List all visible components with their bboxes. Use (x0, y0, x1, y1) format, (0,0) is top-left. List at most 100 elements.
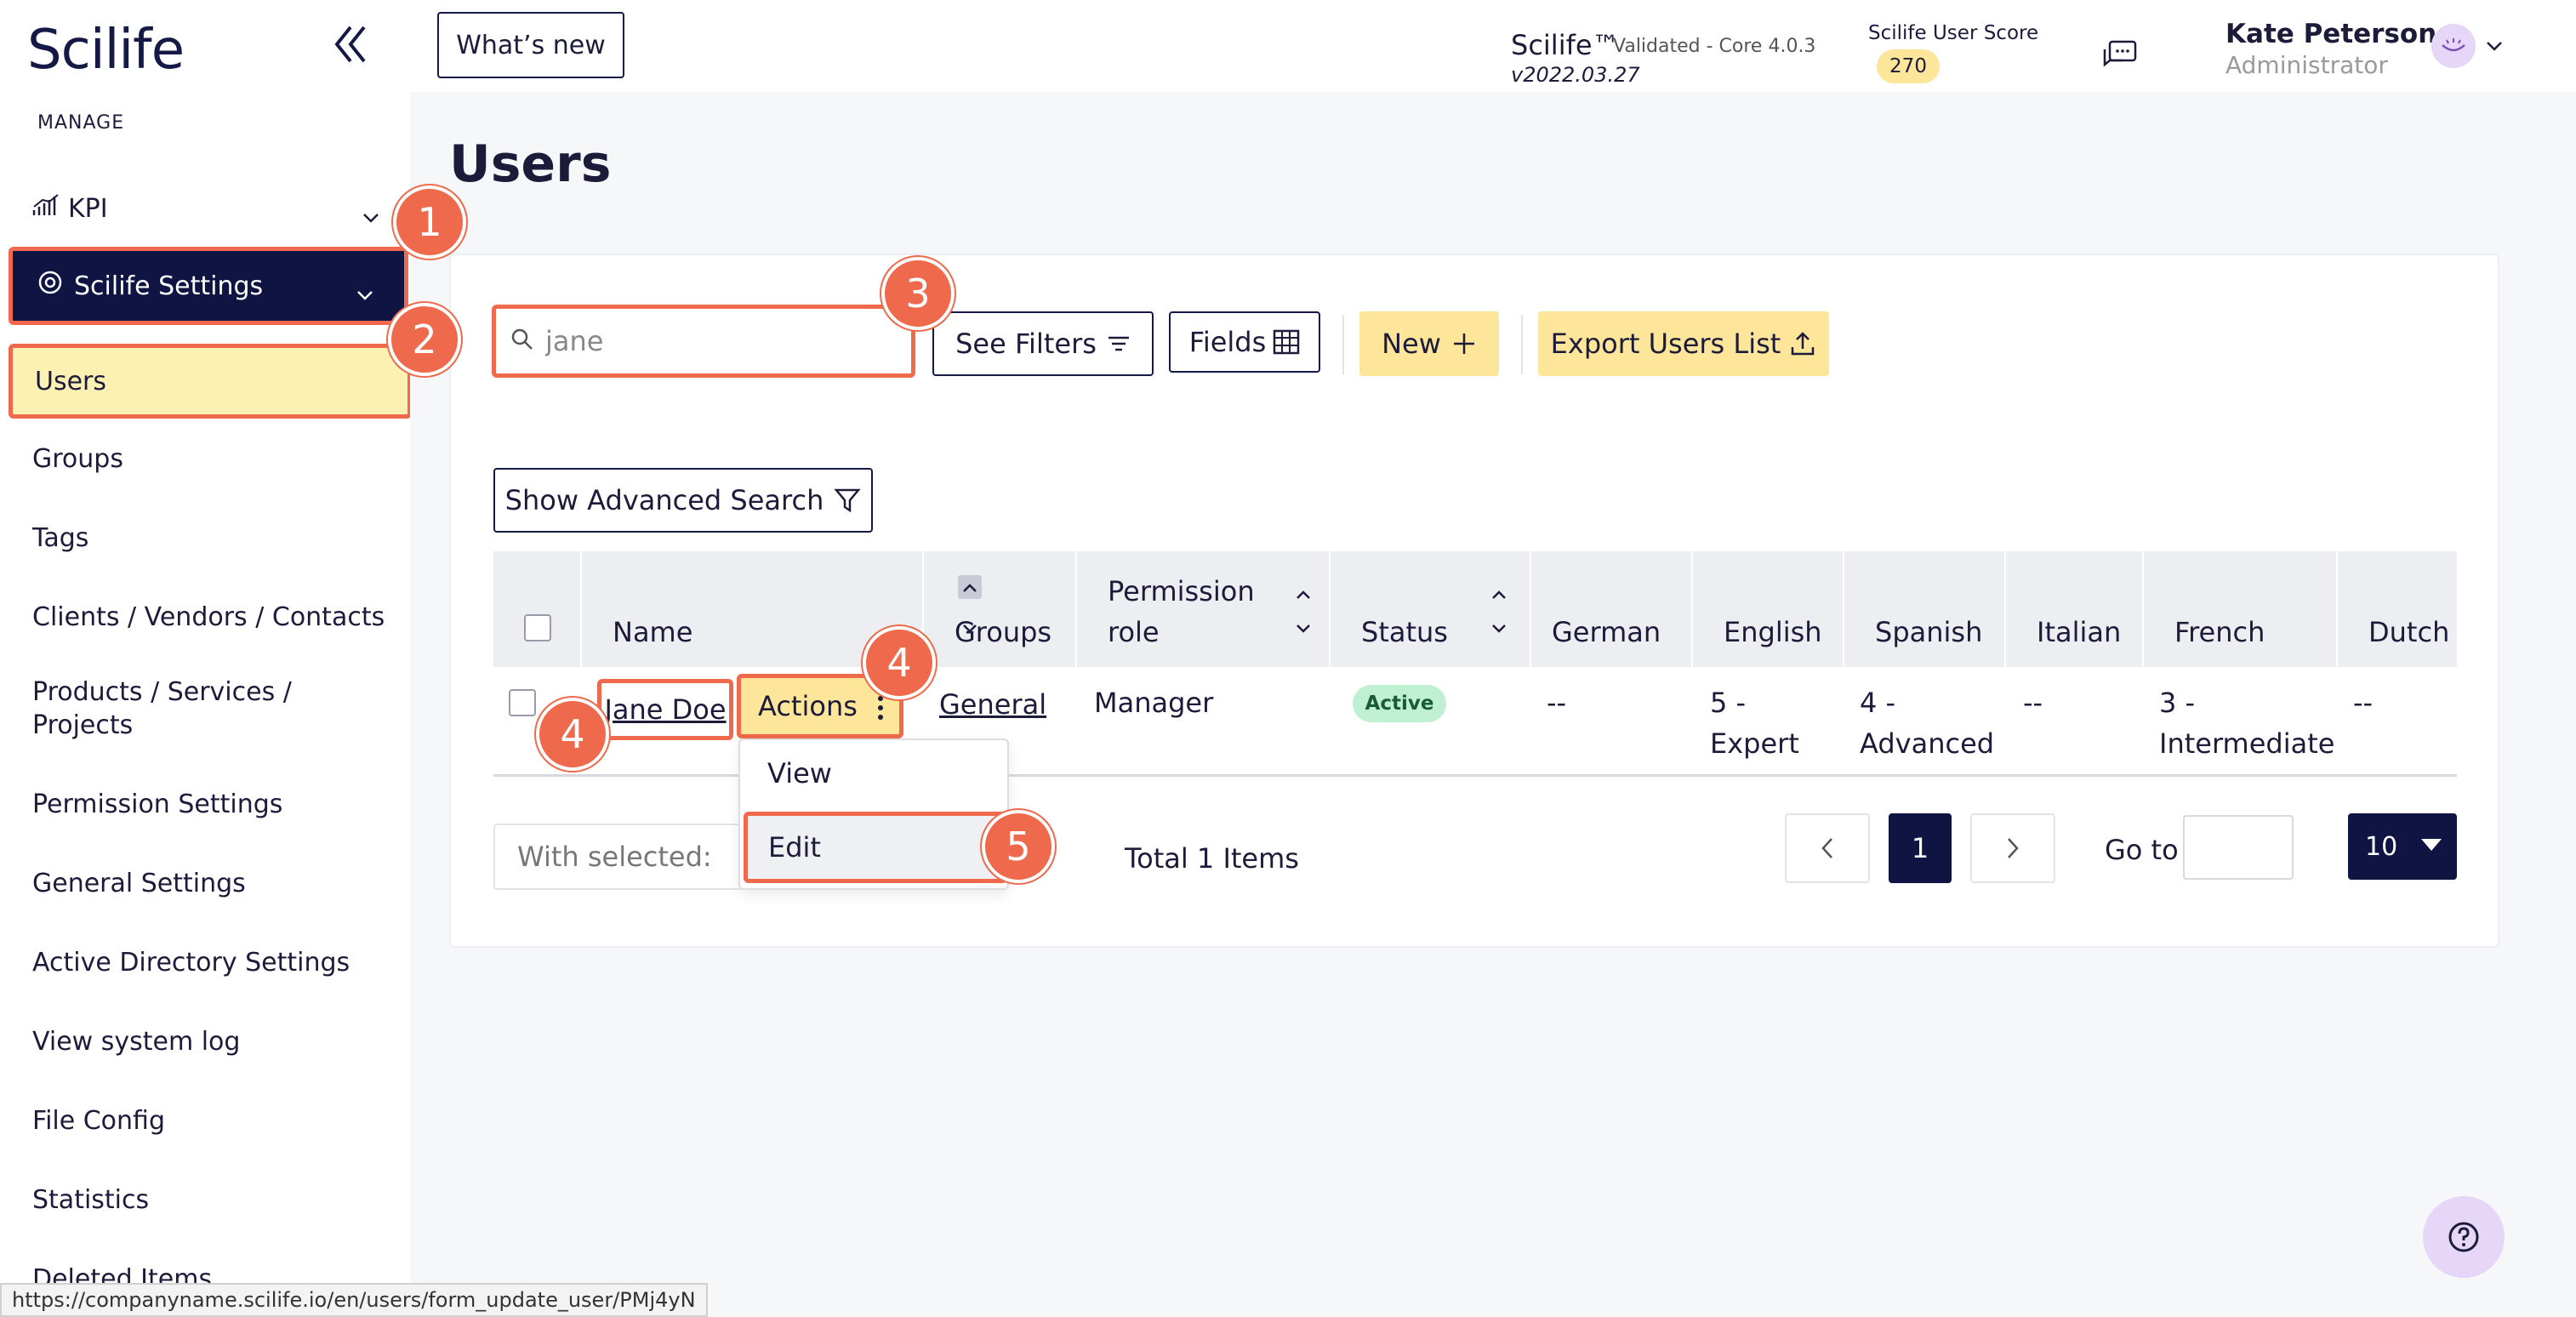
table-grid-icon (1273, 329, 1300, 355)
chevron-down-icon (362, 201, 379, 231)
sidebar-item-file-config[interactable]: File Config (32, 1104, 165, 1138)
page-size-value: 10 (2365, 831, 2398, 862)
status-bar-url: https://companyname.scilife.io/en/users/… (0, 1283, 708, 1317)
header-groups: Groups (924, 551, 1077, 667)
sidebar-item-clients[interactable]: Clients / Vendors / Contacts (32, 601, 385, 635)
select-all-checkbox[interactable] (524, 614, 551, 641)
step-marker-3: 3 (881, 257, 955, 330)
sidebar-item-kpi[interactable]: KPI (0, 182, 410, 235)
step-marker-5: 5 (982, 810, 1055, 883)
user-score-badge: 270 (1877, 49, 1940, 83)
header-dutch: Dutch (2368, 616, 2450, 648)
new-label: New (1382, 328, 1441, 360)
chevron-left-icon (1821, 838, 1832, 858)
sidebar-item-label: KPI (68, 193, 108, 224)
toolbar-divider (1342, 315, 1344, 374)
sidebar-item-permission-settings[interactable]: Permission Settings (32, 788, 282, 822)
see-filters-label: See Filters (955, 328, 1097, 360)
german-cell: -- (1547, 687, 1567, 719)
sidebar-item-scilife-settings[interactable]: Scilife Settings (9, 247, 408, 325)
sidebar-item-users[interactable]: Users (9, 344, 412, 419)
header-permission-role[interactable]: Permission role (1077, 551, 1331, 667)
kebab-menu-icon (877, 695, 884, 727)
next-page-button[interactable] (1970, 813, 2055, 883)
french-cell-label: Intermediate (2159, 727, 2335, 760)
sidebar-item-system-log[interactable]: View system log (32, 1025, 240, 1059)
search-input-wrapper[interactable] (492, 305, 915, 378)
sidebar-item-statistics[interactable]: Statistics (32, 1183, 149, 1217)
manage-section-label: MANAGE (37, 112, 125, 134)
header-italian: Italian (2006, 551, 2144, 667)
fields-button[interactable]: Fields (1169, 311, 1320, 373)
chevron-right-icon (2008, 838, 2019, 858)
toolbar-divider (1521, 315, 1523, 374)
sidebar-item-groups[interactable]: Groups (32, 442, 123, 476)
fields-label: Fields (1188, 326, 1267, 358)
menu-item-edit[interactable]: Edit (744, 812, 1007, 883)
sidebar-item-products[interactable]: Products / Services / (32, 676, 292, 710)
funnel-icon (834, 487, 862, 514)
spanish-cell-level: 4 - (1860, 687, 1896, 719)
sort-asc-icon[interactable] (1489, 577, 1509, 609)
header-english: English (1693, 551, 1844, 667)
new-user-button[interactable]: New (1359, 311, 1499, 376)
goto-label: Go to (2105, 834, 2179, 866)
sort-asc-icon[interactable] (1293, 577, 1314, 609)
table-header: Name Groups Permission role Status Germa… (493, 551, 2457, 667)
sort-desc-icon[interactable] (1293, 611, 1314, 643)
caret-down-icon (2421, 839, 2442, 851)
help-button[interactable] (2423, 1196, 2505, 1278)
english-cell-level: 5 - (1710, 687, 1747, 719)
sidebar-item-active-directory[interactable]: Active Directory Settings (32, 946, 350, 980)
user-role: Administrator (2226, 51, 2388, 79)
settings-icon (37, 269, 64, 303)
sidebar-item-general-settings[interactable]: General Settings (32, 867, 246, 901)
question-icon (2448, 1222, 2479, 1252)
header-german: German (1531, 551, 1693, 667)
product-version: Validated - Core 4.0.3 (1613, 36, 1816, 57)
advanced-search-label: Show Advanced Search (504, 484, 824, 516)
french-cell-level: 3 - (2159, 687, 2196, 719)
product-name: Scilife™ (1511, 29, 1620, 61)
export-users-button[interactable]: Export Users List (1538, 311, 1829, 376)
sidebar-item-tags[interactable]: Tags (32, 522, 88, 556)
avatar[interactable] (2431, 24, 2476, 68)
scilife-logo: Scilife (27, 19, 185, 82)
menu-item-view[interactable]: View (767, 757, 832, 790)
user-name[interactable]: Kate Peterson (2226, 19, 2436, 49)
chart-icon (32, 193, 60, 224)
step-marker-4b: 4 (536, 698, 609, 771)
show-advanced-search-button[interactable]: Show Advanced Search (493, 468, 873, 533)
collapse-sidebar-icon[interactable] (325, 19, 376, 70)
actions-menu: View Edit (738, 738, 1009, 890)
chevron-down-icon (356, 278, 373, 308)
status-badge: Active (1353, 685, 1446, 722)
search-icon (510, 327, 535, 356)
user-role-cell: Manager (1094, 687, 1214, 719)
export-label: Export Users List (1550, 328, 1781, 360)
page-title: Users (449, 134, 612, 194)
header-status[interactable]: Status (1331, 551, 1531, 667)
plus-icon (1451, 331, 1477, 356)
user-name-link[interactable]: Jane Doe (597, 679, 733, 740)
sort-desc-icon[interactable] (1489, 611, 1509, 643)
step-marker-1: 1 (393, 185, 466, 259)
see-filters-button[interactable]: See Filters (932, 311, 1154, 376)
user-group-link[interactable]: General (939, 684, 1046, 725)
page-1-button[interactable]: 1 (1889, 813, 1952, 883)
step-marker-2: 2 (388, 303, 461, 376)
sidebar-item-products-line2[interactable]: Projects (32, 709, 133, 743)
upload-icon (1789, 330, 1816, 357)
header-french: French (2144, 551, 2338, 667)
search-input[interactable] (545, 325, 903, 357)
row-select-checkbox[interactable] (509, 689, 536, 716)
feedback-chat-icon[interactable] (2101, 39, 2139, 77)
sidebar: Scilife MANAGE KPI Scilife Settings User… (0, 0, 412, 1317)
page-size-select[interactable]: 10 (2348, 813, 2457, 880)
whats-new-button[interactable]: What’s new (437, 12, 624, 78)
chevron-down-icon[interactable] (2486, 39, 2503, 55)
goto-page-input[interactable] (2183, 815, 2294, 880)
previous-page-button[interactable] (1785, 813, 1870, 883)
header-spanish: Spanish (1844, 551, 2006, 667)
filter-lines-icon (1107, 334, 1131, 353)
